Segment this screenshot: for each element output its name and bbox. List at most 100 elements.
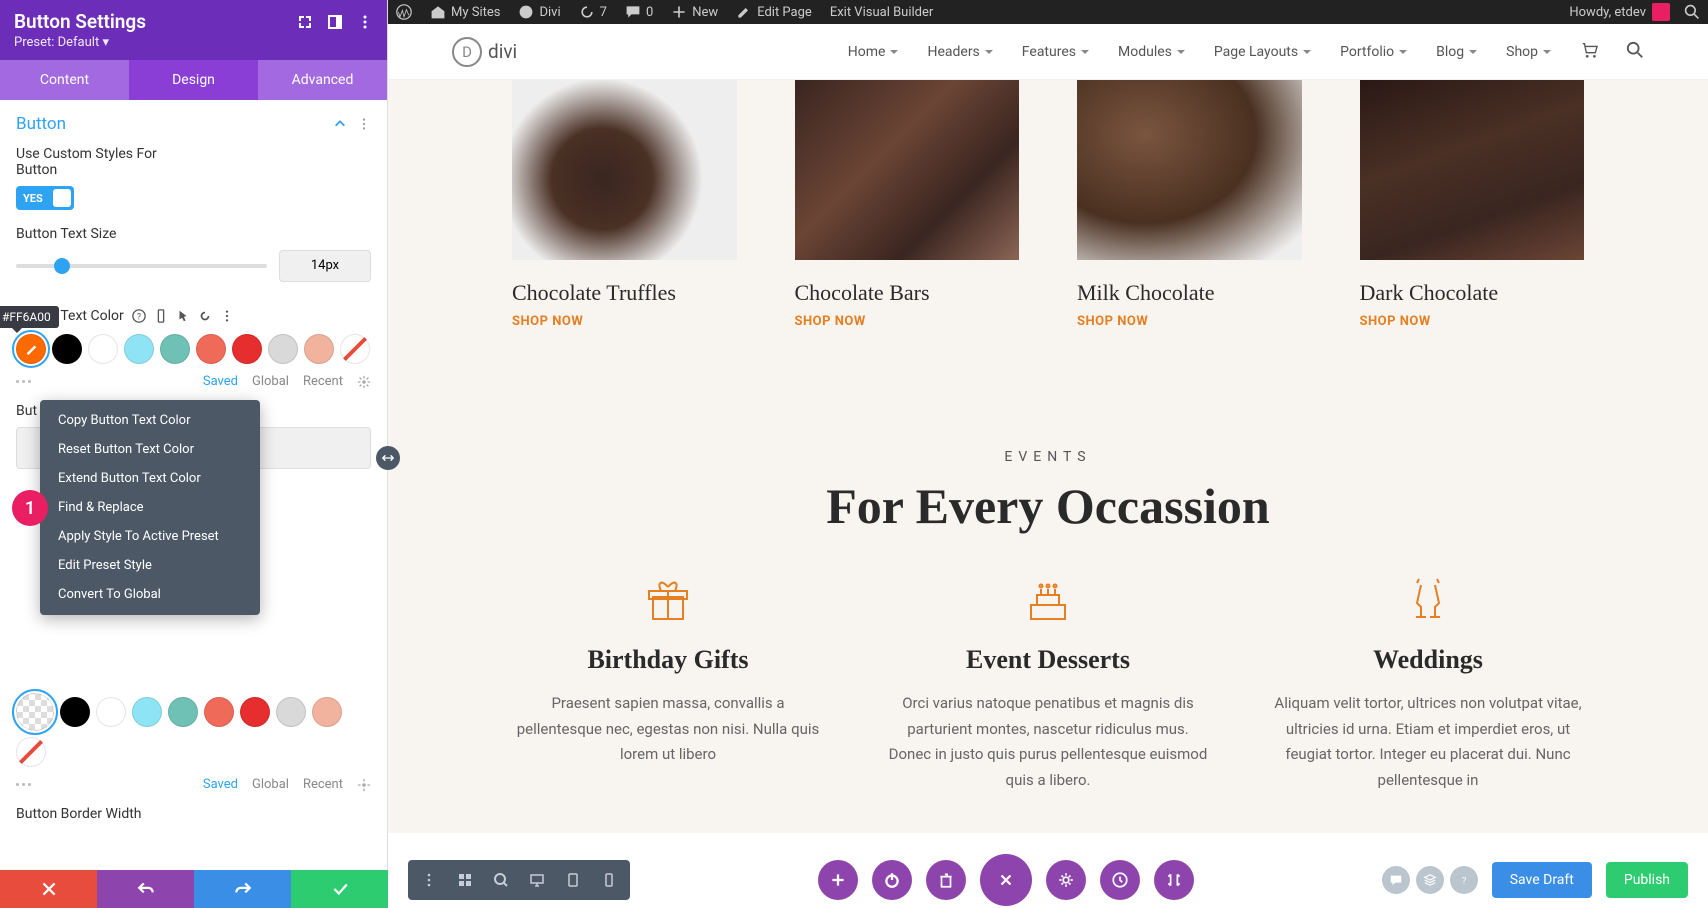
more-icon[interactable] <box>357 117 371 131</box>
hover-icon[interactable] <box>176 309 190 323</box>
cart-icon[interactable] <box>1580 41 1598 63</box>
ctx-extend[interactable]: Extend Button Text Color <box>40 464 260 493</box>
swatch-transparent[interactable] <box>16 693 54 731</box>
close-builder-button[interactable] <box>980 854 1032 906</box>
ctx-copy[interactable]: Copy Button Text Color <box>40 406 260 435</box>
swatch[interactable] <box>196 334 226 364</box>
search-icon[interactable] <box>1684 4 1700 20</box>
portability-button[interactable] <box>1154 860 1194 900</box>
tab-advanced[interactable]: Advanced <box>258 60 387 100</box>
swatch-active[interactable] <box>16 334 46 364</box>
more-icon[interactable] <box>357 14 373 30</box>
reset-icon[interactable] <box>198 309 212 323</box>
save-draft-button[interactable]: Save Draft <box>1492 862 1592 898</box>
swatch-none[interactable] <box>340 334 370 364</box>
updates-link[interactable]: 7 <box>579 4 607 20</box>
shop-now-button[interactable]: SHOP NOW <box>512 314 737 329</box>
zoom-icon[interactable] <box>484 864 518 896</box>
swatch[interactable] <box>312 697 342 727</box>
publish-button[interactable]: Publish <box>1606 862 1688 898</box>
ctx-edit-preset[interactable]: Edit Preset Style <box>40 551 260 580</box>
nav-features[interactable]: Features <box>1022 44 1090 60</box>
delete-button[interactable] <box>926 860 966 900</box>
swatch[interactable] <box>124 334 154 364</box>
gear-icon[interactable] <box>357 375 371 389</box>
text-size-slider[interactable] <box>16 264 267 268</box>
help-icon[interactable]: ? <box>132 309 146 323</box>
cancel-button[interactable] <box>0 870 97 908</box>
text-size-value[interactable]: 14px <box>279 250 371 282</box>
shop-now-button[interactable]: SHOP NOW <box>1077 314 1302 329</box>
swatch[interactable] <box>60 697 90 727</box>
help-icon[interactable]: ? <box>1450 866 1478 894</box>
nav-home[interactable]: Home <box>848 44 900 60</box>
wp-logo[interactable] <box>396 4 412 20</box>
ctx-find-replace[interactable]: Find & Replace <box>40 493 260 522</box>
search-icon[interactable] <box>1626 41 1644 63</box>
shop-now-button[interactable]: SHOP NOW <box>1360 314 1585 329</box>
palette-global[interactable]: Global <box>252 374 289 389</box>
desktop-icon[interactable] <box>520 864 554 896</box>
snap-icon[interactable] <box>327 14 343 30</box>
undo-button[interactable] <box>97 870 194 908</box>
palette-recent[interactable]: Recent <box>303 777 343 792</box>
history-button[interactable] <box>1100 860 1140 900</box>
expand-icon[interactable] <box>297 14 313 30</box>
drag-dots-icon[interactable] <box>16 380 31 383</box>
exit-vb-link[interactable]: Exit Visual Builder <box>830 5 933 20</box>
palette-saved[interactable]: Saved <box>203 777 238 792</box>
ctx-apply-preset[interactable]: Apply Style To Active Preset <box>40 522 260 551</box>
section-header-button[interactable]: Button <box>16 114 371 134</box>
howdy-text[interactable]: Howdy, etdev <box>1569 5 1646 20</box>
ctx-reset[interactable]: Reset Button Text Color <box>40 435 260 464</box>
layers-icon[interactable] <box>1416 866 1444 894</box>
swatch[interactable] <box>204 697 234 727</box>
power-button[interactable] <box>872 860 912 900</box>
swatch[interactable] <box>276 697 306 727</box>
new-link[interactable]: New <box>671 4 718 20</box>
nav-portfolio[interactable]: Portfolio <box>1340 44 1408 60</box>
phone-icon[interactable] <box>154 309 168 323</box>
palette-recent[interactable]: Recent <box>303 374 343 389</box>
palette-global[interactable]: Global <box>252 777 289 792</box>
nav-modules[interactable]: Modules <box>1118 44 1186 60</box>
ctx-convert-global[interactable]: Convert To Global <box>40 580 260 609</box>
my-sites-link[interactable]: My Sites <box>430 4 500 20</box>
nav-page-layouts[interactable]: Page Layouts <box>1214 44 1312 60</box>
more-icon[interactable] <box>412 864 446 896</box>
nav-headers[interactable]: Headers <box>927 44 993 60</box>
sidebar-resize-handle[interactable] <box>376 446 400 470</box>
redo-button[interactable] <box>194 870 291 908</box>
swatch[interactable] <box>160 334 190 364</box>
chevron-up-icon[interactable] <box>333 117 347 131</box>
tab-design[interactable]: Design <box>129 60 258 100</box>
swatch[interactable] <box>168 697 198 727</box>
divi-link[interactable]: Divi <box>518 4 560 20</box>
more-icon[interactable] <box>220 309 234 323</box>
comments-link[interactable]: 0 <box>625 4 653 20</box>
settings-button[interactable] <box>1046 860 1086 900</box>
swatch[interactable] <box>132 697 162 727</box>
phone-icon[interactable] <box>592 864 626 896</box>
nav-blog[interactable]: Blog <box>1436 44 1478 60</box>
site-logo[interactable]: D divi <box>452 37 517 67</box>
edit-page-link[interactable]: Edit Page <box>736 4 812 20</box>
drag-dots-icon[interactable] <box>16 783 31 786</box>
wireframe-icon[interactable] <box>448 864 482 896</box>
tablet-icon[interactable] <box>556 864 590 896</box>
gear-icon[interactable] <box>357 778 371 792</box>
use-custom-toggle[interactable]: YES <box>16 186 74 210</box>
nav-shop[interactable]: Shop <box>1506 44 1552 60</box>
palette-saved[interactable]: Saved <box>203 374 238 389</box>
save-button[interactable] <box>291 870 388 908</box>
swatch[interactable] <box>88 334 118 364</box>
tab-content[interactable]: Content <box>0 60 129 100</box>
avatar[interactable] <box>1652 3 1670 21</box>
swatch[interactable] <box>96 697 126 727</box>
chat-icon[interactable] <box>1382 866 1410 894</box>
swatch[interactable] <box>304 334 334 364</box>
swatch-none[interactable] <box>16 737 46 767</box>
swatch[interactable] <box>232 334 262 364</box>
preset-label[interactable]: Preset: Default ▾ <box>14 35 373 50</box>
swatch[interactable] <box>268 334 298 364</box>
